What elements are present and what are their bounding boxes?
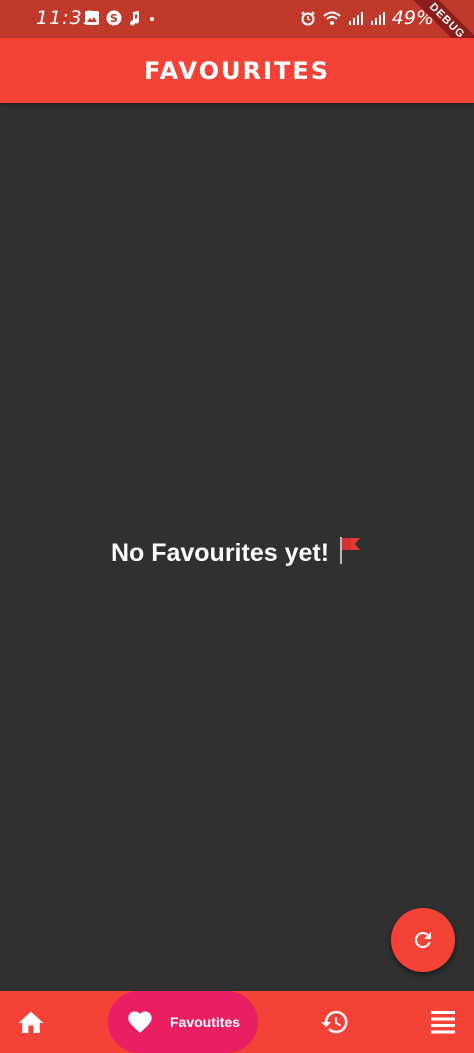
home-icon (18, 1011, 44, 1033)
nav-history-button[interactable] (320, 1007, 350, 1037)
red-flag-icon (340, 537, 361, 564)
page-title: FAVOURITES (143, 56, 331, 85)
app-bar: FAVOURITES (0, 38, 474, 103)
nav-menu-button[interactable] (430, 1009, 456, 1035)
status-notification-icons: S (84, 10, 156, 26)
empty-state-message: No Favourites yet! (110, 539, 330, 567)
empty-state: No Favourites yet! (0, 535, 474, 568)
bottom-navigation: Favoutites (0, 991, 474, 1053)
wifi-icon (323, 11, 341, 25)
status-bar: 11:31 S 49% DEBUG (0, 0, 474, 38)
refresh-icon (414, 932, 431, 948)
gallery-icon (85, 11, 99, 25)
alarm-icon (301, 11, 315, 26)
signal-icon (348, 12, 363, 25)
dot-icon (150, 17, 154, 21)
svg-text:S: S (110, 12, 118, 25)
music-icon (130, 11, 140, 26)
status-system-icons: 49% (300, 7, 434, 29)
nav-home-button[interactable] (16, 1008, 46, 1038)
nav-favourites-button[interactable]: Favoutites (108, 991, 258, 1053)
heart-icon (128, 1011, 152, 1033)
history-icon (321, 1010, 348, 1034)
signal-icon (370, 12, 385, 25)
s-app-icon: S (106, 10, 122, 26)
nav-favourites-label: Favoutites (170, 1014, 241, 1030)
menu-icon (431, 1011, 455, 1034)
refresh-button[interactable] (391, 908, 455, 972)
